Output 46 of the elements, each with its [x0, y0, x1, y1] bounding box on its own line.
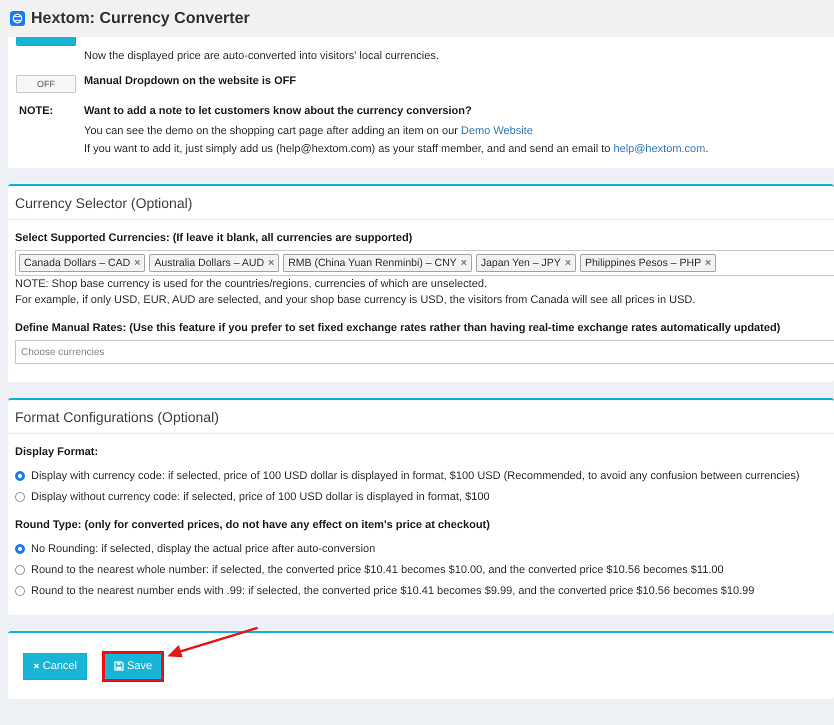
- note-text: NOTE: Shop base currency is used for the countries/regions, currencies of which are unselected.: [15, 277, 488, 292]
- note-label: NOTE:: [19, 105, 54, 117]
- radio-button[interactable]: [15, 565, 25, 575]
- field-label: Define Manual Rates: (Use this feature if you prefer to set fixed exchange rates rather than having real-time exchange rates automatically updated): [15, 322, 782, 334]
- group-label: Display Format:: [15, 446, 100, 458]
- save-button[interactable]: Save: [104, 652, 162, 680]
- radio-label: Round to the nearest whole number: if selected, the converted price $10.41 becomes $10.00, and the converted price $10.56 becomes $11.00: [31, 564, 724, 576]
- remove-icon[interactable]: ×: [460, 257, 467, 269]
- tag-label: RMB (China Yuan Renminbi) – CNY: [288, 257, 457, 269]
- window-title: Hextom: Currency Converter: [31, 10, 250, 28]
- panel-title: Currency Selector (Optional): [8, 186, 834, 220]
- remove-icon[interactable]: ×: [134, 257, 140, 269]
- cancel-button[interactable]: Cancel: [23, 652, 87, 680]
- note-title: Want to add a note to let customers know about the currency conversion?: [84, 105, 473, 117]
- remove-icon[interactable]: ×: [564, 257, 571, 269]
- note-text: You can see the demo on the shopping cart page after adding an item on our Demo Website: [84, 124, 534, 138]
- radio-label: Round to the nearest number ends with .99: if selected, the converted price $10.41 becomes $9.99, and the converted price $10.56 becomes $10.99: [31, 585, 754, 597]
- radio-button[interactable]: [15, 471, 25, 481]
- radio-button[interactable]: [15, 544, 25, 554]
- email-link[interactable]: help@hextom.com: [613, 143, 706, 155]
- remove-icon[interactable]: ×: [268, 257, 274, 269]
- group-label: Round Type: (only for converted prices, do not have any effect on item's price at checkout): [15, 519, 491, 531]
- note-text: For example, if only USD, EUR, AUD are selected, and your shop base currency is USD, the visitors from Canada will see all prices in USD.: [15, 293, 696, 308]
- toggle-button[interactable]: OFF: [16, 75, 76, 93]
- remove-icon[interactable]: ×: [705, 257, 712, 269]
- toggle-description: Now the displayed price are auto-converted into visitors' local currencies.: [84, 49, 439, 63]
- toggle-button[interactable]: [16, 37, 76, 46]
- tag-label: Philippines Pesos – PHP: [584, 257, 702, 269]
- radio-button[interactable]: [15, 586, 25, 596]
- save-icon: [114, 661, 124, 671]
- currency-input-field[interactable]: Choose currencies: [15, 340, 834, 364]
- radio-label: Display with currency code: if selected, price of 100 USD dollar is displayed in format, $100 USD (Recommended, to avoid any confusion between currencies): [31, 470, 800, 482]
- field-label: Select Supported Currencies: (If leave it blank, all currencies are supported): [15, 232, 414, 244]
- note-text: If you want to add it, just simply add us (help@hextom.com) as your staff member, and and send an email to help@hextom.com.: [84, 142, 708, 156]
- currency-select-field[interactable]: Canada Dollars – CAD × Australia Dollars – AUD × RMB (China Yuan Renminbi) – CNY × Japan Yen – JPY × Philippines Pesos – PHP ×: [15, 250, 834, 276]
- close-icon: [33, 661, 40, 671]
- tag-label: Canada Dollars – CAD: [24, 257, 130, 269]
- radio-label: No Rounding: if selected, display the actual price after auto-conversion: [31, 543, 376, 555]
- radio-label: Display without currency code: if selected, price of 100 USD dollar is displayed in format, $100: [31, 491, 490, 503]
- tag-label: Australia Dollars – AUD: [154, 257, 264, 269]
- panel-title: Format Configurations (Optional): [8, 400, 834, 434]
- tag-label: Japan Yen – JPY: [480, 257, 561, 269]
- demo-link[interactable]: Demo Website: [460, 125, 533, 137]
- radio-button[interactable]: [15, 492, 25, 502]
- app-logo-icon: [10, 11, 25, 26]
- toggle-status: Manual Dropdown on the website is OFF: [84, 75, 296, 87]
